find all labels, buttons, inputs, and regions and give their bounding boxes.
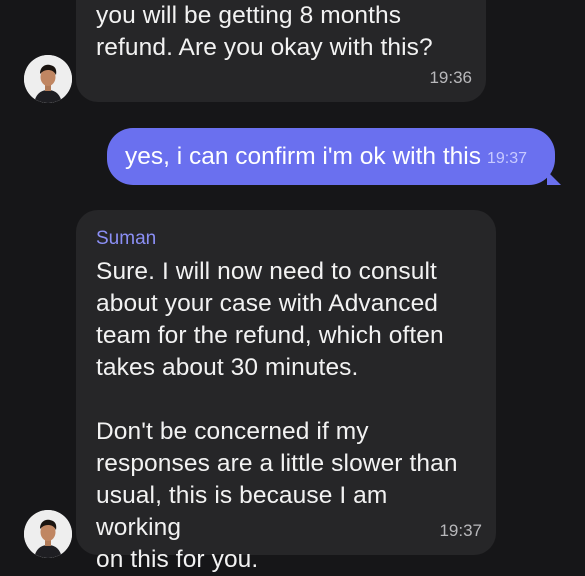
- outgoing-message-bubble: yes, i can confirm i'm ok with this 19:3…: [107, 128, 561, 185]
- person-icon: [24, 55, 72, 103]
- message-timestamp: 19:36: [429, 68, 472, 87]
- incoming-message-bubble: Suman Sure. I will now need to consult a…: [76, 210, 496, 573]
- message-timestamp: 19:37: [486, 149, 527, 167]
- message-text: you will be getting 8 months refund. Are…: [96, 2, 433, 61]
- message-timestamp: 19:37: [439, 521, 482, 540]
- agent-avatar-icon[interactable]: [24, 55, 72, 103]
- sender-name: Suman: [96, 228, 157, 249]
- message-text: yes, i can confirm i'm ok with this: [125, 142, 481, 170]
- person-icon: [24, 510, 72, 558]
- chat-thread: you will be getting 8 months refund. Are…: [0, 0, 585, 576]
- incoming-message-bubble: you will be getting 8 months refund. Are…: [76, 0, 486, 102]
- agent-avatar-icon[interactable]: [24, 510, 72, 558]
- message-text: Sure. I will now need to consult about y…: [96, 258, 458, 573]
